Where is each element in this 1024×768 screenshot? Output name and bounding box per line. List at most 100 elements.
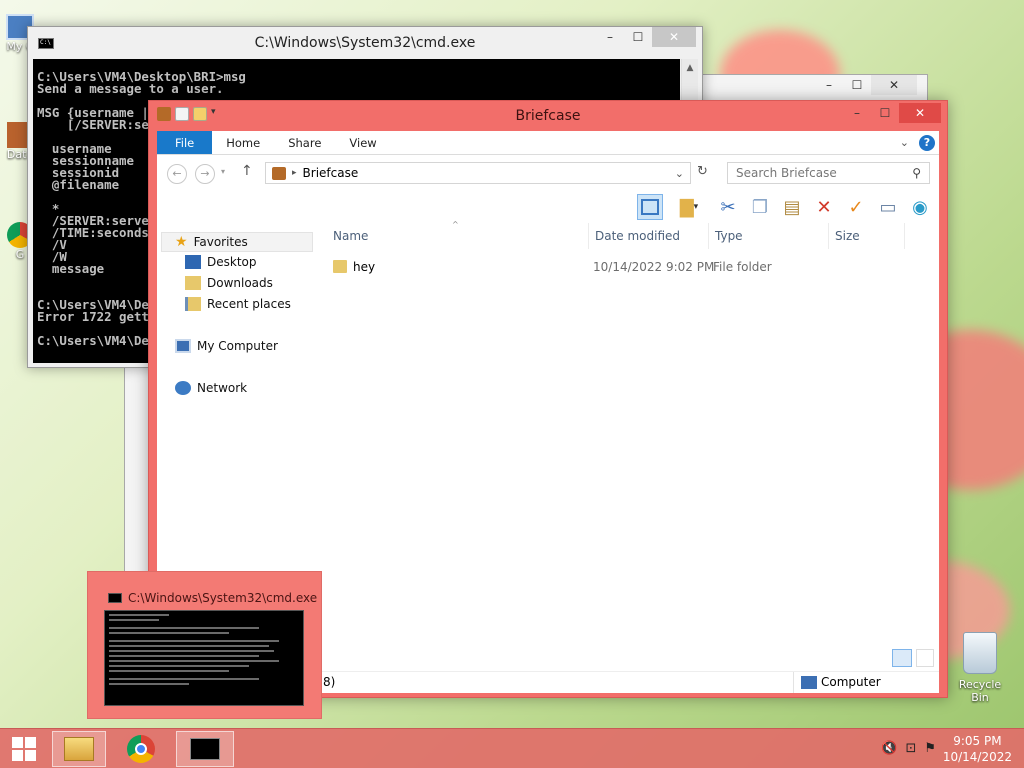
explorer-title: Briefcase [515, 108, 581, 124]
briefcase-icon [272, 166, 286, 180]
refresh-icon[interactable]: ↻ [697, 164, 708, 179]
chevron-down-icon: ▾ [693, 202, 699, 212]
clock[interactable]: 9:05 PM 10/14/2022 [943, 733, 1012, 765]
nav-downloads[interactable]: Downloads [185, 276, 273, 290]
address-bar[interactable]: ▸ Briefcase ⌄ [265, 162, 691, 184]
preview-thumbnail[interactable] [104, 610, 304, 706]
search-input[interactable]: Search Briefcase ⚲ [727, 162, 930, 184]
search-icon[interactable]: ⚲ [912, 166, 921, 180]
tab-file[interactable]: File [157, 131, 213, 154]
preview-title: C:\Windows\System32\cmd.exe [128, 591, 318, 605]
explorer-titlebar[interactable]: ▾ Briefcase – ☐ ✕ [149, 101, 947, 131]
cmd-icon [190, 738, 220, 760]
speaker-muted-icon[interactable]: 🔇 [881, 741, 897, 756]
copy-button[interactable]: ❐ [747, 194, 773, 220]
taskbar-cmd[interactable] [176, 731, 234, 767]
network-status-icon[interactable]: ⊡ [905, 741, 916, 756]
tab-share[interactable]: Share [274, 131, 335, 154]
tab-view[interactable]: View [335, 131, 390, 154]
address-dropdown-icon[interactable]: ⌄ [675, 167, 684, 180]
forward-button[interactable]: → [195, 164, 215, 184]
status-location: Computer [821, 675, 881, 689]
file-date-modified: 10/14/2022 9:02 PM [593, 260, 715, 274]
delete-button[interactable]: ✕ [811, 194, 837, 220]
close-button[interactable]: ✕ [652, 27, 696, 47]
recycle-bin-icon [963, 632, 997, 674]
table-row[interactable]: hey 10/14/2022 9:02 PM File folder [327, 257, 927, 277]
nav-desktop[interactable]: Desktop [185, 255, 257, 269]
preview-pane-button[interactable] [637, 194, 663, 220]
status-item-count: 8) [323, 675, 336, 689]
minimize-button[interactable]: – [843, 103, 871, 123]
preview-pane-icon [641, 199, 659, 215]
maximize-button[interactable]: ☐ [843, 75, 871, 95]
address-row: ← → ▾ ↑ ▸ Briefcase ⌄ ↻ Search Briefcase… [157, 155, 939, 191]
close-button[interactable]: ✕ [899, 103, 941, 123]
downloads-folder-icon [185, 276, 201, 290]
search-placeholder: Search Briefcase [736, 166, 837, 180]
cmd-app-icon [108, 593, 122, 603]
column-header-size[interactable]: Size [829, 223, 905, 249]
taskbar-thumbnail-preview[interactable]: C:\Windows\System32\cmd.exe [87, 571, 322, 719]
properties-button[interactable]: ▭ [875, 194, 901, 220]
scissors-icon: ✂ [720, 196, 736, 218]
back-button[interactable]: ← [167, 164, 187, 184]
chrome-icon [127, 735, 155, 763]
maximize-button[interactable]: ☐ [871, 103, 899, 123]
globe-button[interactable]: ◉ [907, 194, 933, 220]
minimize-button[interactable]: – [596, 27, 624, 47]
chevron-right-icon[interactable]: ▸ [292, 168, 297, 178]
view-switcher [892, 649, 934, 667]
nav-network[interactable]: Network [175, 381, 247, 395]
taskbar-file-explorer[interactable] [52, 731, 106, 767]
close-button[interactable]: ✕ [871, 75, 917, 95]
card-icon: ▭ [879, 196, 897, 218]
taskbar-chrome[interactable] [114, 731, 168, 767]
file-name: hey [353, 260, 376, 274]
computer-icon [175, 339, 191, 353]
minimize-button[interactable]: – [815, 75, 843, 95]
clipboard-icon: ▤ [783, 196, 801, 218]
copy-icon: ❐ [751, 196, 769, 218]
column-header-date-modified[interactable]: Date modified [589, 223, 709, 249]
clock-time: 9:05 PM [953, 734, 1002, 748]
system-tray: 🔇 ⊡ ⚑ [881, 741, 936, 756]
action-center-icon[interactable]: ⚑ [924, 741, 936, 756]
network-icon [175, 381, 191, 395]
address-path[interactable]: Briefcase [303, 166, 359, 180]
update-button[interactable]: ✓ [843, 194, 869, 220]
nav-my-computer[interactable]: My Computer [175, 339, 278, 353]
column-header-type[interactable]: Type [709, 223, 829, 249]
clock-date: 10/14/2022 [942, 750, 1012, 764]
help-icon[interactable]: ? [919, 134, 935, 151]
up-arrow-icon[interactable]: ↑ [241, 163, 253, 179]
file-explorer-icon [64, 737, 94, 761]
nav-favorites[interactable]: ★ Favorites [175, 234, 248, 250]
delete-icon: ✕ [816, 196, 832, 218]
folder-icon [333, 260, 347, 273]
checkmark-icon: ✓ [848, 196, 864, 218]
file-type: File folder [713, 260, 772, 274]
large-icons-view-icon[interactable] [916, 649, 934, 667]
recycle-bin-desktop-icon[interactable]: Recycle Bin [950, 632, 1010, 704]
folder-check-icon: ▇ [679, 196, 694, 218]
start-button[interactable] [0, 731, 48, 767]
expand-ribbon-icon[interactable]: ⌄ [900, 136, 909, 149]
organize-button[interactable]: ▇ ▾ [669, 194, 709, 220]
scroll-up-icon[interactable]: ▲ [682, 59, 698, 73]
column-header-name[interactable]: Name [327, 223, 589, 249]
tab-home[interactable]: Home [212, 131, 274, 154]
computer-icon [801, 676, 817, 689]
recent-places-icon [185, 297, 201, 311]
maximize-button[interactable]: ☐ [624, 27, 652, 47]
windows-logo-icon [12, 737, 36, 761]
details-view-icon[interactable] [892, 649, 912, 667]
cut-button[interactable]: ✂ [715, 194, 741, 220]
paste-button[interactable]: ▤ [779, 194, 805, 220]
recent-locations-icon[interactable]: ▾ [221, 167, 225, 176]
file-list: ^ Name Date modified Type Size hey 10/14… [327, 220, 939, 671]
globe-icon: ◉ [912, 196, 928, 218]
ribbon-tabs: File Home Share View ⌄ ? [157, 131, 939, 155]
nav-recent-places[interactable]: Recent places [185, 297, 291, 311]
cmd-titlebar[interactable]: C:\Windows\System32\cmd.exe – ☐ ✕ [28, 27, 702, 59]
